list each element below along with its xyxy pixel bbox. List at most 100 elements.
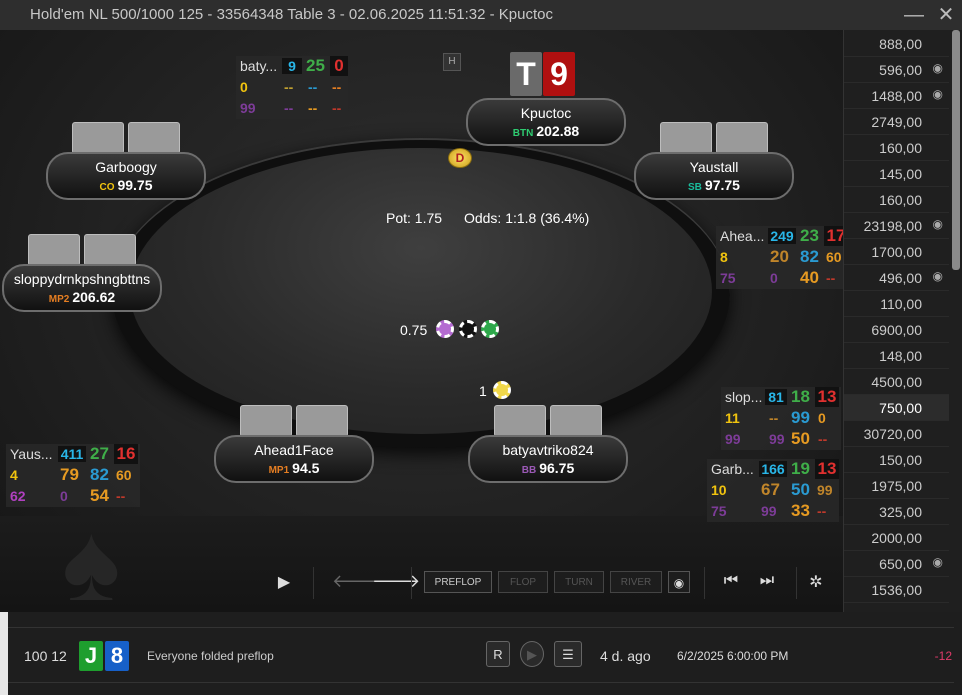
player-plate: batyavtriko824 BB 96.75 — [468, 435, 628, 483]
street-river-button[interactable]: RIVER — [610, 571, 662, 593]
eye-icon[interactable]: ◉ — [933, 217, 943, 231]
hand-list-item[interactable]: 1975,00 — [844, 473, 949, 499]
hand-list-item[interactable]: 30720,00 — [844, 421, 949, 447]
seat-kpuctoc[interactable]: Kpuctoc BTN 202.88 — [466, 98, 626, 146]
hud-name: Garb... — [711, 461, 754, 477]
card-back — [72, 122, 124, 154]
player-stack: 202.88 — [536, 123, 580, 139]
hand-list-item[interactable]: 6900,00 — [844, 317, 949, 343]
street-turn-button[interactable]: TURN — [554, 571, 604, 593]
hand-list-value: 160,00 — [879, 140, 922, 156]
hud-vpip: 23 — [800, 226, 819, 245]
hand-list-item[interactable]: 496,00 ◉ — [844, 265, 949, 291]
pot-value: 1.75 — [414, 210, 443, 226]
hud-panel-baty[interactable]: baty... 9 25 0 0 -- -- -- 99 -- -- -- — [236, 56, 348, 119]
hud-stat: 99 — [725, 431, 741, 447]
hand-list-item[interactable]: 1488,00 ◉ — [844, 83, 949, 109]
card-back — [716, 122, 768, 154]
position-badge: MP2 — [48, 294, 70, 305]
hand-list-value: 1975,00 — [871, 478, 922, 494]
player-stack-line: MP1 94.5 — [216, 460, 372, 476]
sidebar-scrollbar[interactable] — [952, 30, 960, 270]
hand-list-item[interactable]: 888,00 — [844, 31, 949, 57]
close-button[interactable]: ✕ — [935, 4, 957, 26]
chip-icon — [493, 381, 511, 399]
player-plate: sloppydrnkpshngbttns MP2 206.62 — [2, 264, 162, 312]
hud-stat: 67 — [761, 480, 780, 499]
player-stack: 96.75 — [539, 460, 575, 476]
hand-list-item[interactable]: 325,00 — [844, 499, 949, 525]
next-action-icon[interactable]: 🡒 — [372, 571, 420, 592]
seat-sloppydrnkpshngbttns[interactable]: sloppydrnkpshngbttns MP2 206.62 — [2, 234, 162, 312]
separator — [796, 567, 797, 599]
hand-list-item[interactable]: 145,00 — [844, 161, 949, 187]
position-badge: SB — [688, 182, 702, 193]
eye-icon[interactable]: ◉ — [933, 555, 943, 569]
hand-list-item[interactable]: 650,00 ◉ — [844, 551, 949, 577]
hand-list-item[interactable]: 1536,00 — [844, 577, 949, 603]
hand-list-item[interactable]: 596,00 ◉ — [844, 57, 949, 83]
last-hand-icon[interactable]: ⏭ — [756, 572, 778, 590]
hand-list-item[interactable]: 148,00 — [844, 343, 949, 369]
hud-panel-yaus[interactable]: Yaus... 411 27 16 4 79 82 60 62 0 54 -- — [6, 444, 140, 507]
hand-list-item[interactable]: 160,00 — [844, 187, 949, 213]
hand-list-item[interactable]: 1700,00 — [844, 239, 949, 265]
player-stack: 97.75 — [704, 177, 740, 193]
hand-list-item[interactable]: 4500,00 — [844, 369, 949, 395]
hand-summary-bar: 100 12 J 8 Everyone folded preflop R ▶ ☰… — [0, 612, 962, 695]
street-flop-button[interactable]: FLOP — [498, 571, 548, 593]
hand-list-item[interactable]: 150,00 — [844, 447, 949, 473]
hud-stat: 33 — [791, 501, 810, 520]
minimize-button[interactable]: — — [903, 4, 925, 26]
hand-list-value: 750,00 — [879, 400, 922, 416]
notes-button[interactable]: ☰ — [554, 641, 582, 667]
hud-panel-slop[interactable]: slop... 81 18 13 11 -- 99 0 99 99 50 -- — [721, 387, 841, 450]
seat-ahead1face[interactable]: Ahead1Face MP1 94.5 — [214, 405, 374, 483]
poker-table-felt — [130, 148, 712, 434]
hand-summary-row[interactable]: 100 12 J 8 Everyone folded preflop R ▶ ☰… — [8, 627, 954, 683]
first-hand-icon[interactable]: ⏮ — [720, 572, 742, 590]
hand-history-icon[interactable]: H — [443, 53, 461, 71]
hand-list-value: 4500,00 — [871, 374, 922, 390]
hand-list-item[interactable]: 750,00 — [844, 395, 949, 421]
hud-panel-ahead[interactable]: Ahea... 249 23 17 8 20 82 60 75 0 40 -- — [716, 226, 843, 289]
play-hand-button[interactable]: ▶ — [520, 641, 544, 667]
eye-icon[interactable]: ◉ — [933, 87, 943, 101]
position-badge: MP1 — [268, 465, 290, 476]
eye-icon[interactable]: ◉ — [933, 269, 943, 283]
hud-panel-garb[interactable]: Garb... 166 19 13 10 67 50 99 75 99 33 -… — [707, 459, 839, 522]
seat-yaustall[interactable]: Yaustall SB 97.75 — [634, 122, 794, 200]
card-back — [494, 405, 546, 437]
seat-garboogy[interactable]: Garboogy CO 99.75 — [46, 122, 206, 200]
hand-list-sidebar[interactable]: 888,00 596,00 ◉ 1488,00 ◉ 2749,00 160,00 145,00… — [843, 30, 962, 612]
separator — [411, 567, 412, 599]
hud-hands: 166 — [759, 461, 787, 477]
hand-list-item[interactable]: 110,00 — [844, 291, 949, 317]
hand-list-item[interactable]: 2749,00 — [844, 109, 949, 135]
hand-datetime: 6/2/2025 6:00:00 PM — [677, 649, 789, 663]
player-stack: 94.5 — [292, 460, 320, 476]
hand-list-item[interactable]: 160,00 — [844, 135, 949, 161]
hud-vpip: 18 — [791, 387, 810, 406]
previous-action-icon[interactable]: 🡐 — [332, 571, 380, 592]
hud-stat: 0 — [240, 79, 248, 95]
hand-list-item[interactable]: 23198,00 ◉ — [844, 213, 949, 239]
dealer-button-icon: D — [448, 148, 472, 168]
replay-button[interactable]: R — [486, 641, 510, 667]
hole-cards-back — [72, 122, 182, 154]
hud-stat: 11 — [725, 410, 740, 426]
hud-stat: -- — [308, 79, 318, 95]
card-back — [240, 405, 292, 437]
hand-list-value: 150,00 — [879, 452, 922, 468]
hand-list-value: 650,00 — [879, 556, 922, 572]
odds-label: Odds: — [463, 210, 502, 226]
play-icon[interactable]: ▶ — [274, 572, 294, 592]
seat-batyavtriko824[interactable]: batyavtriko824 BB 96.75 — [468, 405, 628, 483]
settings-gear-icon[interactable]: ✲ — [805, 572, 827, 592]
hud-stat: 0 — [60, 488, 68, 504]
show-cards-eye-icon[interactable]: ◉ — [668, 571, 690, 593]
hand-list-item[interactable]: 2000,00 — [844, 525, 949, 551]
hud-pfr: 0 — [330, 56, 348, 76]
street-preflop-button[interactable]: PREFLOP — [424, 571, 492, 593]
eye-icon[interactable]: ◉ — [933, 61, 943, 75]
